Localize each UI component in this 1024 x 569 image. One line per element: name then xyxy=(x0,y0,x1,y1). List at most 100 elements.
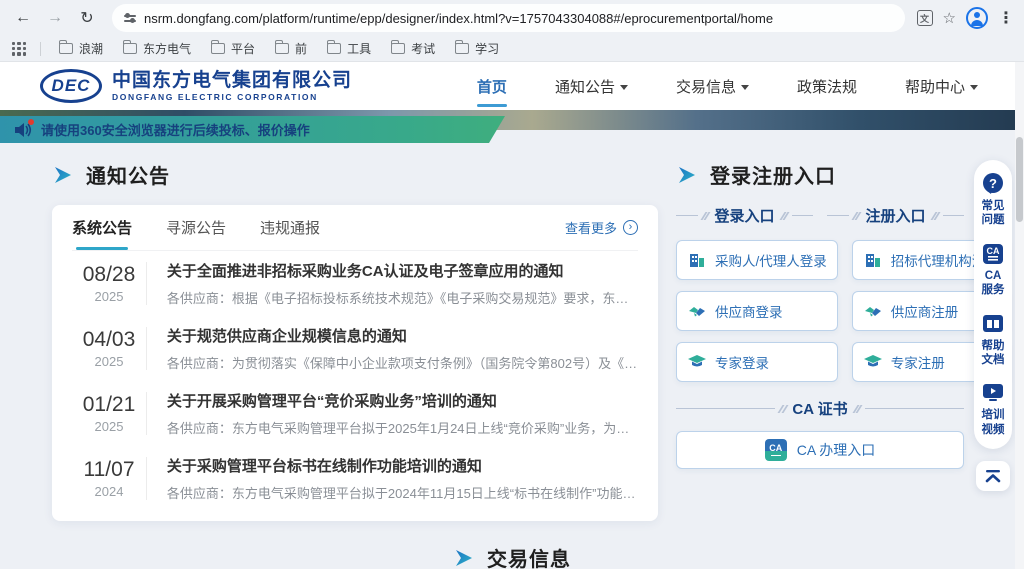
button-label: 专家登录 xyxy=(715,352,769,372)
site-info-icon[interactable] xyxy=(124,15,136,22)
nav-item-help-center[interactable]: 帮助中心 xyxy=(903,70,980,103)
notice-date: 11/07 xyxy=(72,458,146,482)
chevron-down-icon xyxy=(620,85,628,90)
notice-list-item[interactable]: 04/032025 关于规范供应商企业规模信息的通知 各供应商：为贯彻落实《保障… xyxy=(72,316,638,381)
ca-card-icon: CA xyxy=(980,242,1006,266)
folder-icon xyxy=(59,43,73,54)
bookmark-label: 前 xyxy=(295,40,307,57)
quickbar-label: CA服务 xyxy=(982,269,1005,298)
bookmark-folder[interactable]: 平台 xyxy=(203,37,263,60)
bookmark-folder[interactable]: 浪潮 xyxy=(51,37,111,60)
building-icon xyxy=(863,250,883,270)
view-more-link[interactable]: 查看更多 › xyxy=(565,218,638,237)
tab-sourcing-notices[interactable]: 寻源公告 xyxy=(166,205,226,250)
notice-list-item[interactable]: 11/07 2024 关于采购管理平台标书在线制作功能培训的通知 各供应商：东方电… xyxy=(72,446,638,511)
chevron-down-icon xyxy=(970,85,978,90)
login-entry-label: 登录入口 xyxy=(713,205,777,226)
faq-button[interactable]: ? 常见问题 xyxy=(980,172,1006,228)
company-logo[interactable]: DEC 中国东方电气集团有限公司 DONGFANG ELECTRIC CORPO… xyxy=(40,69,352,103)
notice-year: 2025 xyxy=(72,354,146,369)
chevron-up-icon xyxy=(983,469,1003,483)
notice-title[interactable]: 关于开展采购管理平台“竞价采购业务”培训的通知 xyxy=(167,390,638,411)
nav-item-notices[interactable]: 通知公告 xyxy=(553,70,630,103)
section-title: 交易信息 xyxy=(487,543,571,569)
main-nav: 首页 通知公告 交易信息 政策法规 帮助中心 xyxy=(475,70,980,103)
url-text[interactable]: nsrm.dongfang.com/platform/runtime/epp/d… xyxy=(144,11,773,26)
handshake-icon xyxy=(687,301,707,321)
notice-list-item[interactable]: 01/212025 关于开展采购管理平台“竞价采购业务”培训的通知 各供应商：东… xyxy=(72,381,638,446)
bookmarks-bar: 浪潮 东方电气 平台 前 工具 考试 学习 xyxy=(0,36,1024,62)
folder-icon xyxy=(123,43,137,54)
nav-label: 首页 xyxy=(477,76,507,97)
bookmark-folder[interactable]: 工具 xyxy=(319,37,379,60)
bookmark-folder[interactable]: 前 xyxy=(267,37,315,60)
browser-reload-button[interactable]: ↻ xyxy=(74,5,100,31)
browser-back-button[interactable]: ← xyxy=(10,5,36,31)
tab-violation-reports[interactable]: 违规通报 xyxy=(260,205,320,250)
nav-item-home[interactable]: 首页 xyxy=(475,70,509,103)
book-icon xyxy=(980,312,1006,336)
profile-avatar-icon[interactable] xyxy=(966,7,988,29)
purchaser-agent-login-button[interactable]: 采购人/代理人登录 xyxy=(676,240,838,280)
speaker-icon xyxy=(14,122,32,138)
question-bubble-icon: ? xyxy=(980,172,1006,196)
graduation-cap-icon xyxy=(687,352,707,372)
alert-dot xyxy=(28,119,34,125)
notice-card: 系统公告 寻源公告 违规通报 查看更多 › 08/282025 关于全面推进非招… xyxy=(52,205,658,521)
building-icon xyxy=(687,250,707,270)
scrollbar-thumb[interactable] xyxy=(1016,137,1023,222)
bookmark-label: 考试 xyxy=(411,40,435,57)
notice-list-item[interactable]: 08/282025 关于全面推进非招标采购业务CA认证及电子签章应用的通知 各供… xyxy=(72,251,638,316)
tab-system-notices[interactable]: 系统公告 xyxy=(72,205,132,250)
expert-login-button[interactable]: 专家登录 xyxy=(676,342,838,382)
folder-icon xyxy=(327,43,341,54)
notice-year: 2024 xyxy=(72,484,146,499)
company-name-cn: 中国东方电气集团有限公司 xyxy=(112,70,352,92)
ca-cert-label: CA 证书 xyxy=(790,398,849,419)
quickbar-label: 常见问题 xyxy=(982,199,1005,228)
ca-apply-button[interactable]: CA CA 办理入口 xyxy=(676,431,964,469)
apps-grid-icon[interactable] xyxy=(12,42,26,56)
address-bar[interactable]: nsrm.dongfang.com/platform/runtime/epp/d… xyxy=(112,4,905,32)
ca-cert-header: CA 证书 xyxy=(676,398,964,419)
page-scrollbar[interactable] xyxy=(1015,62,1024,569)
help-docs-button[interactable]: 帮助文档 xyxy=(980,312,1006,368)
handshake-icon xyxy=(863,301,883,321)
button-label: CA 办理入口 xyxy=(797,440,876,460)
nav-item-trade-info[interactable]: 交易信息 xyxy=(674,70,751,103)
browser-menu-icon[interactable]: ⋮ xyxy=(998,8,1014,28)
nav-label: 政策法规 xyxy=(797,76,857,97)
notice-desc: 各供应商：根据《电子招标投标系统技术规范》《电子采购交易规范》要求，东方电气采购… xyxy=(167,288,638,307)
browser-forward-button[interactable]: → xyxy=(42,5,68,31)
translate-icon[interactable]: 文 xyxy=(917,10,933,26)
ticker-text: 请使用360安全浏览器进行后续投标、报价操作 xyxy=(41,120,310,139)
bookmark-label: 平台 xyxy=(231,40,255,57)
notice-desc: 各供应商：东方电气采购管理平台拟于2025年1月24日上线“竞价采购”业务，为帮… xyxy=(167,418,638,437)
browser-toolbar: ← → ↻ nsrm.dongfang.com/platform/runtime… xyxy=(0,0,1024,36)
bookmark-star-icon[interactable]: ☆ xyxy=(943,9,956,27)
notice-year: 2025 xyxy=(72,419,146,434)
bookmark-label: 东方电气 xyxy=(143,40,191,57)
bookmark-folder[interactable]: 考试 xyxy=(383,37,443,60)
nav-item-policies[interactable]: 政策法规 xyxy=(795,70,859,103)
section-arrow-icon xyxy=(52,165,74,185)
section-arrow-icon xyxy=(676,165,698,185)
video-player-icon xyxy=(980,381,1006,405)
bookmark-label: 浪潮 xyxy=(79,40,103,57)
hero-banner-strip: 请使用360安全浏览器进行后续投标、报价操作 xyxy=(0,110,1024,130)
login-section-header: 登录注册入口 xyxy=(676,160,964,189)
notice-title[interactable]: 关于规范供应商企业规模信息的通知 xyxy=(167,325,638,346)
ca-service-button[interactable]: CA CA服务 xyxy=(980,242,1006,298)
announcement-ticker[interactable]: 请使用360安全浏览器进行后续投标、报价操作 xyxy=(0,116,505,143)
section-title: 登录注册入口 xyxy=(710,160,836,189)
back-to-top-button[interactable] xyxy=(976,461,1010,491)
folder-icon xyxy=(391,43,405,54)
notice-title[interactable]: 关于采购管理平台标书在线制作功能培训的通知 xyxy=(167,455,638,476)
notice-desc: 各供应商：东方电气采购管理平台拟于2024年11月15日上线“标书在线制作”功能… xyxy=(167,483,638,502)
training-videos-button[interactable]: 培训视频 xyxy=(980,381,1006,437)
notice-title[interactable]: 关于全面推进非招标采购业务CA认证及电子签章应用的通知 xyxy=(167,260,638,281)
supplier-login-button[interactable]: 供应商登录 xyxy=(676,291,838,331)
register-entry-header: 注册入口 xyxy=(827,205,964,226)
bookmark-folder[interactable]: 学习 xyxy=(447,37,507,60)
bookmark-folder[interactable]: 东方电气 xyxy=(115,37,199,60)
